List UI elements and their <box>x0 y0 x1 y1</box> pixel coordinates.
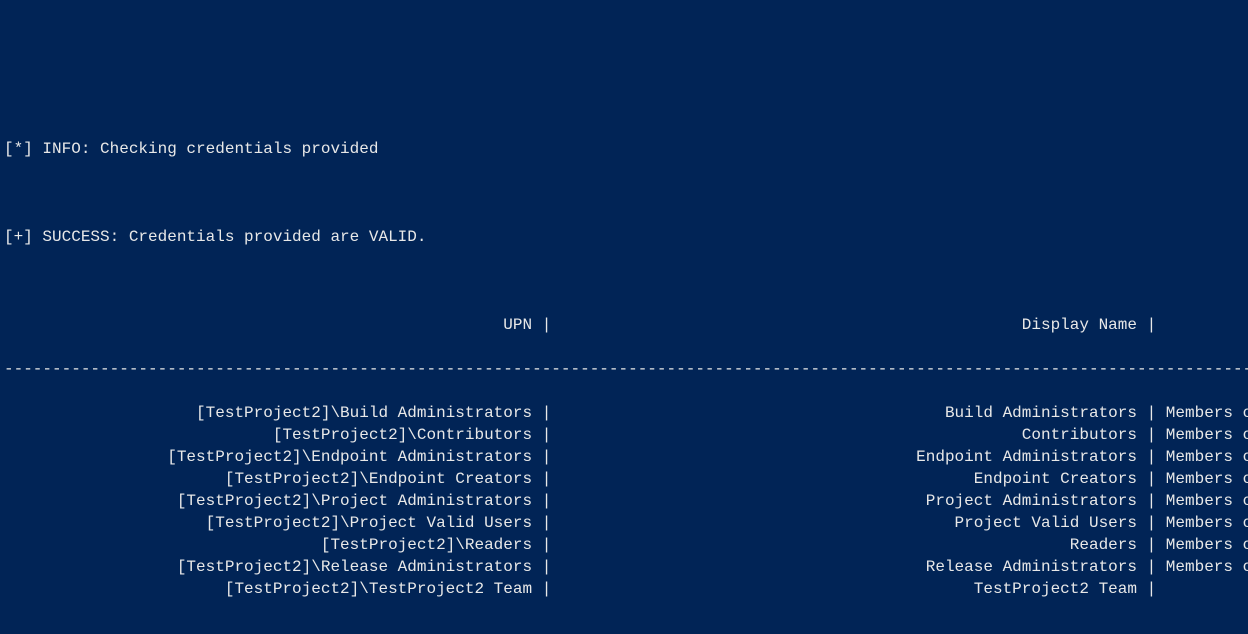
log-info-line: [*] INFO: Checking credentials provided <box>4 138 1248 160</box>
table-row: [TestProject2]\TestProject2 Team | TestP… <box>4 578 1248 600</box>
log-success-line: [+] SUCCESS: Credentials provided are VA… <box>4 226 1248 248</box>
table-row: [TestProject2]\Release Administrators | … <box>4 556 1248 578</box>
table-row: [TestProject2]\Contributors | Contributo… <box>4 424 1248 446</box>
blank-line <box>4 182 1248 204</box>
table-divider: ----------------------------------------… <box>4 358 1248 380</box>
table-row: [TestProject2]\Endpoint Creators | Endpo… <box>4 468 1248 490</box>
table-row: [TestProject2]\Endpoint Administrators |… <box>4 446 1248 468</box>
terminal-output: [*] INFO: Checking credentials provided … <box>0 110 1248 634</box>
table-row: [TestProject2]\Project Valid Users | Pro… <box>4 512 1248 534</box>
table-row: [TestProject2]\Build Administrators | Bu… <box>4 402 1248 424</box>
blank-line <box>4 270 1248 292</box>
table-row: [TestProject2]\Readers | Readers | Membe… <box>4 534 1248 556</box>
blank-line <box>4 622 1248 634</box>
table-row: [TestProject2]\Project Administrators | … <box>4 490 1248 512</box>
table-header: UPN | Display Name | <box>4 314 1248 336</box>
